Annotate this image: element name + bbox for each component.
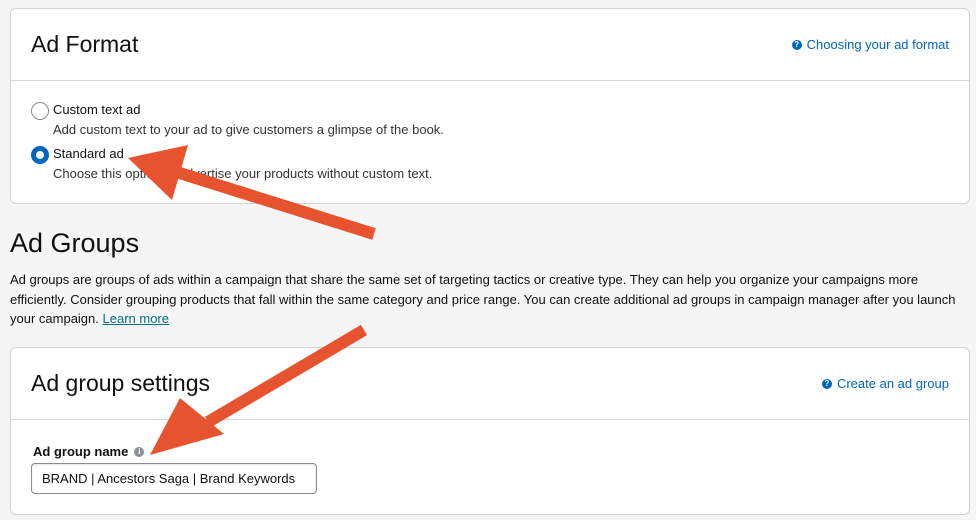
learn-more-link[interactable]: Learn more bbox=[103, 311, 169, 326]
ad-format-card: Ad Format ? Choosing your ad format Cust… bbox=[10, 8, 970, 204]
ad-group-settings-header: Ad group settings ? Create an ad group bbox=[11, 348, 969, 420]
standard-ad-label[interactable]: Standard ad bbox=[53, 145, 432, 163]
ad-groups-title: Ad Groups bbox=[10, 228, 140, 258]
create-ad-group-link[interactable]: ? Create an ad group bbox=[821, 376, 949, 391]
ad-group-name-label: Ad group name i bbox=[33, 444, 145, 459]
info-circle-icon[interactable]: i bbox=[134, 446, 145, 457]
standard-ad-description: Choose this option to advertise your pro… bbox=[53, 166, 433, 181]
question-circle-icon: ? bbox=[791, 39, 802, 50]
choosing-ad-format-link[interactable]: ? Choosing your ad format bbox=[791, 37, 949, 52]
ad-format-header: Ad Format ? Choosing your ad format bbox=[11, 9, 969, 81]
create-ad-group-link-label: Create an ad group bbox=[836, 376, 949, 391]
ad-format-title: Ad Format bbox=[31, 31, 139, 57]
custom-text-ad-option[interactable]: Custom text ad Add custom text to your a… bbox=[31, 101, 444, 139]
ad-group-name-label-text: Ad group name bbox=[33, 444, 129, 459]
choosing-ad-format-link-label: Choosing your ad format bbox=[806, 37, 949, 52]
ad-groups-description: Ad groups are groups of ads within a cam… bbox=[10, 270, 960, 329]
ad-group-settings-card: Ad group settings ? Create an ad group A… bbox=[10, 347, 970, 515]
custom-text-ad-description: Add custom text to your ad to give custo… bbox=[53, 122, 444, 137]
standard-ad-radio[interactable] bbox=[31, 146, 49, 164]
question-circle-icon: ? bbox=[821, 378, 832, 389]
standard-ad-option[interactable]: Standard ad Choose this option to advert… bbox=[31, 145, 432, 183]
ad-group-name-input[interactable] bbox=[31, 463, 317, 494]
ad-group-settings-title: Ad group settings bbox=[31, 370, 211, 396]
page: Ad Format ? Choosing your ad format Cust… bbox=[0, 0, 976, 520]
custom-text-ad-radio[interactable] bbox=[31, 102, 49, 120]
custom-text-ad-label[interactable]: Custom text ad bbox=[53, 101, 444, 119]
